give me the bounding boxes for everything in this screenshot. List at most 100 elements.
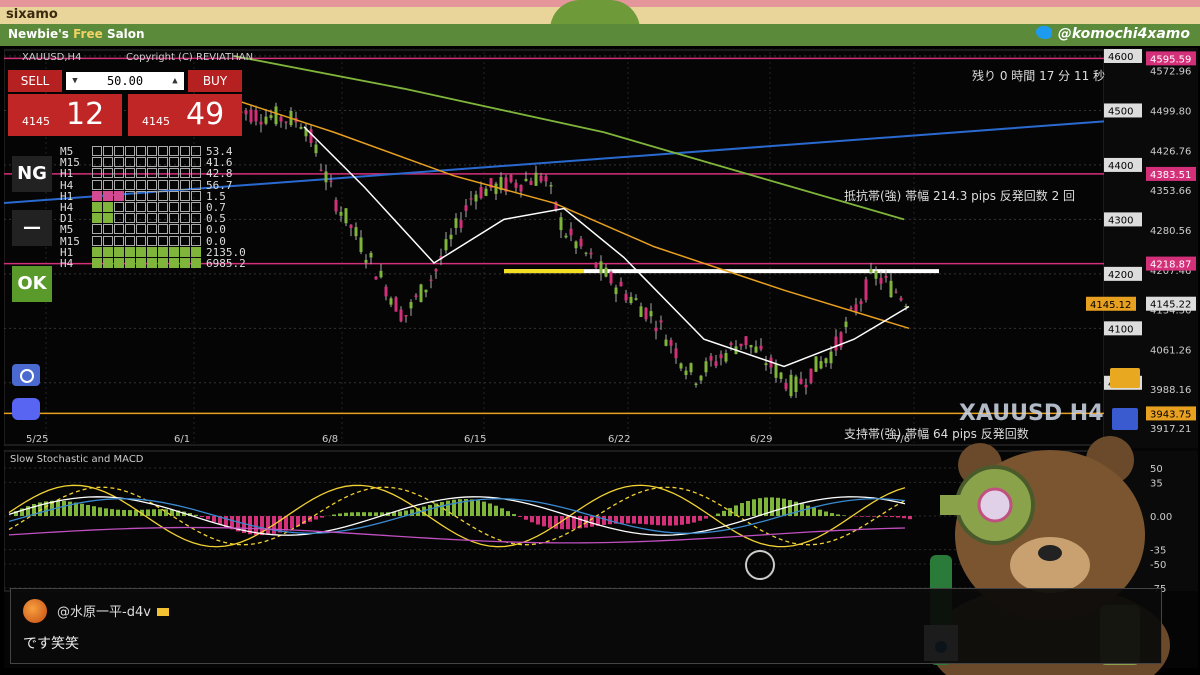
camera-icon[interactable]: [12, 364, 40, 386]
candle-body: [604, 267, 608, 277]
lot-decrease-icon[interactable]: ▼: [68, 72, 82, 90]
ng-signal-button[interactable]: NG: [12, 156, 52, 192]
candle-body: [364, 259, 368, 263]
salon-highlight: Free: [73, 27, 103, 41]
mtf-cell: [114, 146, 124, 156]
macd-bar: [872, 516, 876, 517]
discord-icon[interactable]: [12, 398, 40, 420]
mtf-cell: [191, 257, 201, 268]
candle-body: [864, 279, 868, 300]
buy-button[interactable]: BUY: [188, 70, 242, 92]
candle-body: [374, 276, 378, 280]
mtf-cell: [147, 179, 157, 190]
candle-body: [804, 384, 808, 388]
mtf-cell: [136, 257, 146, 268]
macd-bar: [398, 511, 402, 516]
macd-bar: [152, 509, 156, 516]
mtf-cell: [125, 190, 135, 201]
mtf-cell: [125, 179, 135, 190]
mtf-cell: [136, 246, 146, 257]
banner-green-bar: [0, 24, 1200, 46]
lot-increase-icon[interactable]: ▲: [168, 72, 182, 90]
candle-body: [609, 271, 613, 284]
candle-body: [729, 343, 733, 345]
mtf-cell: [169, 190, 179, 201]
mtf-cell: [158, 168, 168, 179]
date-label: 6/1: [174, 434, 190, 445]
sell-button[interactable]: SELL: [8, 70, 62, 92]
folder-icon[interactable]: [1110, 368, 1140, 388]
sell-price-box[interactable]: 4145 12: [8, 94, 122, 136]
candle-body: [684, 370, 688, 376]
macd-bar: [428, 505, 432, 516]
candle-body: [859, 301, 863, 305]
candle-body: [479, 187, 483, 199]
candle-body: [369, 252, 373, 258]
mtf-cell: [103, 146, 113, 156]
candle-body: [269, 115, 273, 118]
macd-bar: [488, 503, 492, 516]
candle-body: [819, 361, 823, 369]
candle-body: [874, 270, 878, 279]
mtf-cell: [103, 201, 113, 212]
sell-price-digits: 12: [66, 97, 105, 132]
mtf-cell: [158, 246, 168, 257]
mtf-cell: [169, 213, 179, 224]
mtf-cell: [191, 190, 201, 201]
mtf-cell: [92, 201, 102, 212]
mtf-cell: [147, 224, 157, 235]
symbol-watermark: XAUUSD H4: [959, 401, 1104, 426]
mtf-cell: [169, 201, 179, 212]
mtf-cell: [180, 157, 190, 168]
price-level-text: 4200: [1108, 270, 1133, 281]
macd-bar: [554, 516, 558, 529]
mtf-cell: [158, 257, 168, 268]
mtf-cell: [147, 246, 157, 257]
mtf-cell: [147, 201, 157, 212]
candle-body: [309, 129, 313, 143]
candle-body: [329, 180, 333, 183]
candle-body: [589, 252, 593, 255]
macd-bar: [542, 516, 546, 527]
candle-body: [414, 295, 418, 297]
candle-body: [569, 228, 573, 236]
candle-body: [254, 110, 258, 122]
candle-body: [739, 343, 743, 347]
macd-bar: [692, 516, 696, 523]
macd-bar: [746, 500, 750, 516]
mtf-timeframe: M5: [60, 223, 74, 237]
buy-price-box[interactable]: 4145 49: [128, 94, 242, 136]
mtf-cell: [180, 168, 190, 179]
macd-bar: [704, 516, 708, 519]
candle-body: [524, 178, 528, 181]
mtf-cell: [92, 224, 102, 235]
price-level-text: 4500: [1108, 106, 1133, 117]
bid-tag: 4145.12: [1090, 300, 1131, 311]
macd-bar: [590, 516, 594, 527]
macd-bar: [68, 501, 72, 516]
mtf-cell: [114, 179, 124, 190]
mtf-cell: [103, 190, 113, 201]
mtf-cell: [180, 246, 190, 257]
price-axis-label: 4499.80: [1150, 107, 1191, 118]
mtf-cell: [180, 146, 190, 156]
candle-body: [694, 383, 698, 385]
macd-bar: [632, 516, 636, 524]
macd-bar: [812, 507, 816, 516]
mtf-cell: [191, 213, 201, 224]
candle-body: [549, 185, 553, 187]
lot-size-input[interactable]: ▼ 50.00 ▲: [66, 72, 184, 90]
macd-bar: [494, 505, 498, 516]
mtf-cell: [169, 235, 179, 246]
macd-bar: [626, 516, 630, 524]
candle-body: [244, 110, 248, 115]
mtf-cell: [191, 157, 201, 168]
candle-body: [829, 351, 833, 364]
candle-body: [544, 176, 548, 182]
crown-icon: [156, 608, 169, 616]
candle-body: [834, 336, 838, 351]
candle-body: [359, 237, 363, 252]
neutral-signal-button[interactable]: —: [12, 210, 52, 246]
ok-signal-button[interactable]: OK: [12, 266, 52, 302]
date-label: 6/29: [750, 434, 772, 445]
